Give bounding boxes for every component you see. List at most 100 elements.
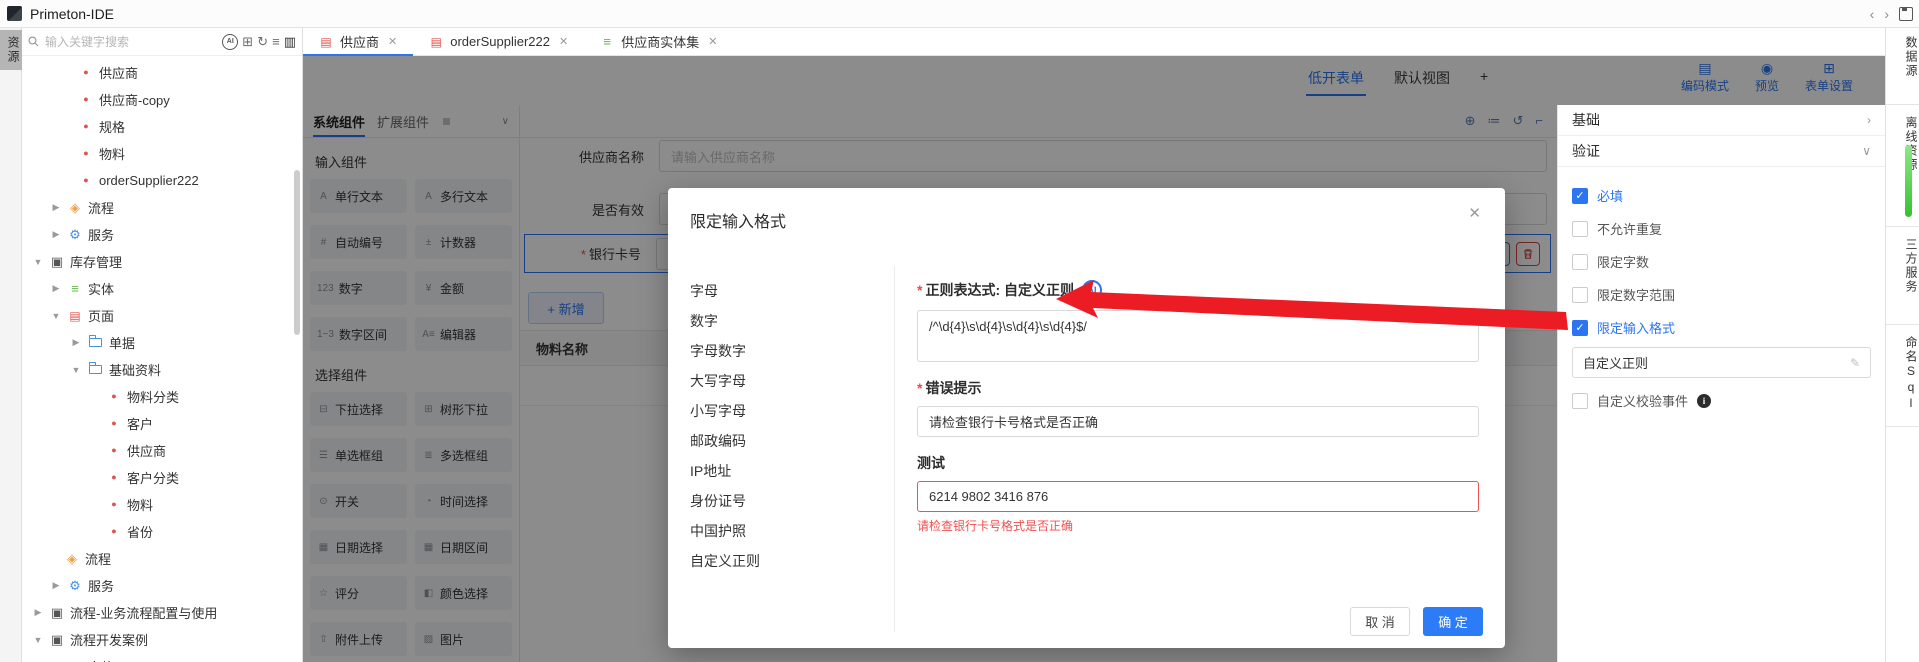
- tree-item[interactable]: ● 供应商-copy: [22, 86, 302, 113]
- preset-custom-regex[interactable]: 自定义正则: [690, 546, 894, 576]
- required-asterisk: *: [917, 282, 923, 298]
- tab-supplier-entity-set[interactable]: ≡ 供应商实体集 ✕: [584, 28, 733, 55]
- required-asterisk: *: [917, 380, 923, 396]
- close-icon[interactable]: ✕: [1468, 204, 1481, 222]
- dot-icon: ●: [111, 445, 117, 455]
- tree-item[interactable]: ● 客户: [22, 410, 302, 437]
- dock-tab-offline-resources[interactable]: 离线资源: [1886, 116, 1919, 172]
- ai-assist-icon[interactable]: AI: [222, 33, 239, 50]
- refresh-icon[interactable]: ↻: [257, 35, 268, 48]
- checkbox-required[interactable]: ✓ 必填: [1572, 179, 1871, 212]
- checkbox-icon[interactable]: ✓: [1572, 319, 1588, 336]
- preset-alphanumeric[interactable]: 字母数字: [690, 336, 894, 366]
- regex-type-input[interactable]: 自定义正则 ✎: [1572, 347, 1871, 378]
- title-bar: Primeton-IDE ‹ ›: [0, 0, 1919, 28]
- caret-right-icon[interactable]: ▶: [50, 283, 62, 294]
- error-hint-input[interactable]: 请检查银行卡号格式是否正确: [917, 406, 1479, 437]
- tree-item[interactable]: ● 物料: [22, 140, 302, 167]
- tree-item[interactable]: ▼ ▣ 流程开发案例: [22, 626, 302, 653]
- activity-bar: 资源: [0, 28, 22, 662]
- tree-item[interactable]: ● 客户分类: [22, 464, 302, 491]
- tree-item[interactable]: ▶ ⚙ 服务: [22, 572, 302, 599]
- tree-item[interactable]: ● 供应商: [22, 437, 302, 464]
- dock-tab-third-party-services[interactable]: 三方服务: [1886, 238, 1919, 294]
- preset-id-number[interactable]: 身份证号: [690, 486, 894, 516]
- tree-item[interactable]: ▼ 基础资料: [22, 356, 302, 383]
- tree-scrollbar[interactable]: [294, 170, 300, 335]
- checkbox-icon[interactable]: ✓: [1572, 187, 1588, 204]
- section-validate[interactable]: 验证 ∨: [1558, 136, 1885, 167]
- checkbox-icon[interactable]: [1572, 220, 1588, 237]
- checkbox-no-duplicate[interactable]: 不允许重复: [1572, 212, 1871, 245]
- caret-right-icon[interactable]: ▶: [50, 202, 62, 213]
- nav-forward-icon[interactable]: ›: [1884, 6, 1889, 22]
- preset-uppercase[interactable]: 大写字母: [690, 366, 894, 396]
- regex-textarea[interactable]: /^\d{4}\s\d{4}\s\d{4}\s\d{4}$/: [917, 310, 1479, 362]
- tree-item[interactable]: ▶≡实体: [22, 275, 302, 302]
- database-icon: ≡: [603, 34, 611, 49]
- close-tab-icon[interactable]: ✕: [708, 35, 717, 48]
- pencil-icon[interactable]: ✎: [1850, 356, 1860, 370]
- checkbox-icon[interactable]: [1572, 253, 1588, 270]
- tree-item[interactable]: ▶ ▣ 流程-业务流程配置与使用: [22, 599, 302, 626]
- tree-item[interactable]: ● 规格: [22, 113, 302, 140]
- checkbox-limit-length[interactable]: 限定字数: [1572, 245, 1871, 278]
- tree-item[interactable]: ▼ ▤ 页面: [22, 302, 302, 329]
- tree-item[interactable]: ◈ 流程: [22, 545, 302, 572]
- tree-item[interactable]: ● 省份: [22, 518, 302, 545]
- tree-item[interactable]: ● 物料分类: [22, 383, 302, 410]
- preset-lowercase[interactable]: 小写字母: [690, 396, 894, 426]
- checkbox-custom-validate-event[interactable]: 自定义校验事件 i: [1572, 384, 1871, 417]
- tree-item[interactable]: ● 物料: [22, 491, 302, 518]
- tree-item[interactable]: ● orderSupplier222: [22, 167, 302, 194]
- dock-scrollbar[interactable]: [1905, 145, 1912, 217]
- preset-postal-code[interactable]: 邮政编码: [690, 426, 894, 456]
- divider: [1886, 426, 1919, 427]
- tab-ordersupplier222[interactable]: ▤ orderSupplier222 ✕: [413, 28, 584, 55]
- test-input[interactable]: 6214 9802 3416 876: [917, 481, 1479, 512]
- section-basic[interactable]: 基础 ›: [1558, 105, 1885, 136]
- preset-letters[interactable]: 字母: [690, 276, 894, 306]
- cancel-button[interactable]: 取 消: [1350, 607, 1410, 636]
- caret-down-icon[interactable]: ▼: [50, 311, 62, 321]
- tree-item[interactable]: ▼ ▣ 库存管理: [22, 248, 302, 275]
- caret-right-icon[interactable]: ▶: [50, 580, 62, 591]
- tree-item[interactable]: ● 供应商: [22, 59, 302, 86]
- caret-down-icon[interactable]: ▼: [70, 365, 82, 375]
- nav-back-icon[interactable]: ‹: [1870, 6, 1875, 22]
- search-input[interactable]: [43, 33, 219, 50]
- dock-tab-named-sql[interactable]: 命名Sql: [1886, 336, 1919, 412]
- confirm-button[interactable]: 确 定: [1423, 607, 1483, 636]
- tree-item[interactable]: ▶ 单据: [22, 329, 302, 356]
- save-icon[interactable]: [1899, 7, 1913, 21]
- checkbox-icon[interactable]: [1572, 392, 1588, 409]
- checkbox-limit-input-format[interactable]: ✓ 限定输入格式: [1572, 311, 1871, 344]
- tree-item[interactable]: ▶ ⚙ 服务: [22, 221, 302, 248]
- preset-china-passport[interactable]: 中国护照: [690, 516, 894, 546]
- divider: [1886, 226, 1919, 227]
- add-box-icon[interactable]: ⊞: [242, 35, 253, 48]
- folder-icon: [88, 362, 102, 374]
- checkbox-limit-number-range[interactable]: 限定数字范围: [1572, 278, 1871, 311]
- ai-generate-icon[interactable]: AI: [1082, 280, 1103, 300]
- dock-tab-datasource[interactable]: 数据源: [1886, 36, 1919, 78]
- tree-item[interactable]: ▶≡实体: [22, 653, 302, 662]
- caret-down-icon[interactable]: ▼: [32, 257, 44, 267]
- checkbox-icon[interactable]: [1572, 286, 1588, 303]
- tab-supplier[interactable]: ▤ 供应商 ✕: [303, 28, 414, 56]
- collapse-list-icon[interactable]: ≡: [272, 35, 280, 48]
- copy-doc-icon[interactable]: ▥: [284, 35, 296, 48]
- dot-icon: ●: [111, 526, 117, 536]
- preset-digits[interactable]: 数字: [690, 306, 894, 336]
- tree-item[interactable]: ▶ ◈ 流程: [22, 194, 302, 221]
- caret-right-icon[interactable]: ▶: [50, 229, 62, 240]
- close-tab-icon[interactable]: ✕: [559, 35, 568, 48]
- editor-tab-bar: ▤ 供应商 ✕ ▤ orderSupplier222 ✕ ≡ 供应商实体集 ✕: [303, 28, 1885, 56]
- preset-ip-address[interactable]: IP地址: [690, 456, 894, 486]
- caret-down-icon[interactable]: ▼: [32, 635, 44, 645]
- caret-right-icon[interactable]: ▶: [32, 607, 44, 618]
- caret-right-icon[interactable]: ▶: [70, 337, 82, 348]
- activity-tab-resources[interactable]: 资源: [0, 30, 22, 70]
- close-tab-icon[interactable]: ✕: [388, 35, 397, 48]
- resource-tree: ● 供应商 ● 供应商-copy ● 规格 ● 物料 ● orderSupplier222…: [22, 56, 302, 662]
